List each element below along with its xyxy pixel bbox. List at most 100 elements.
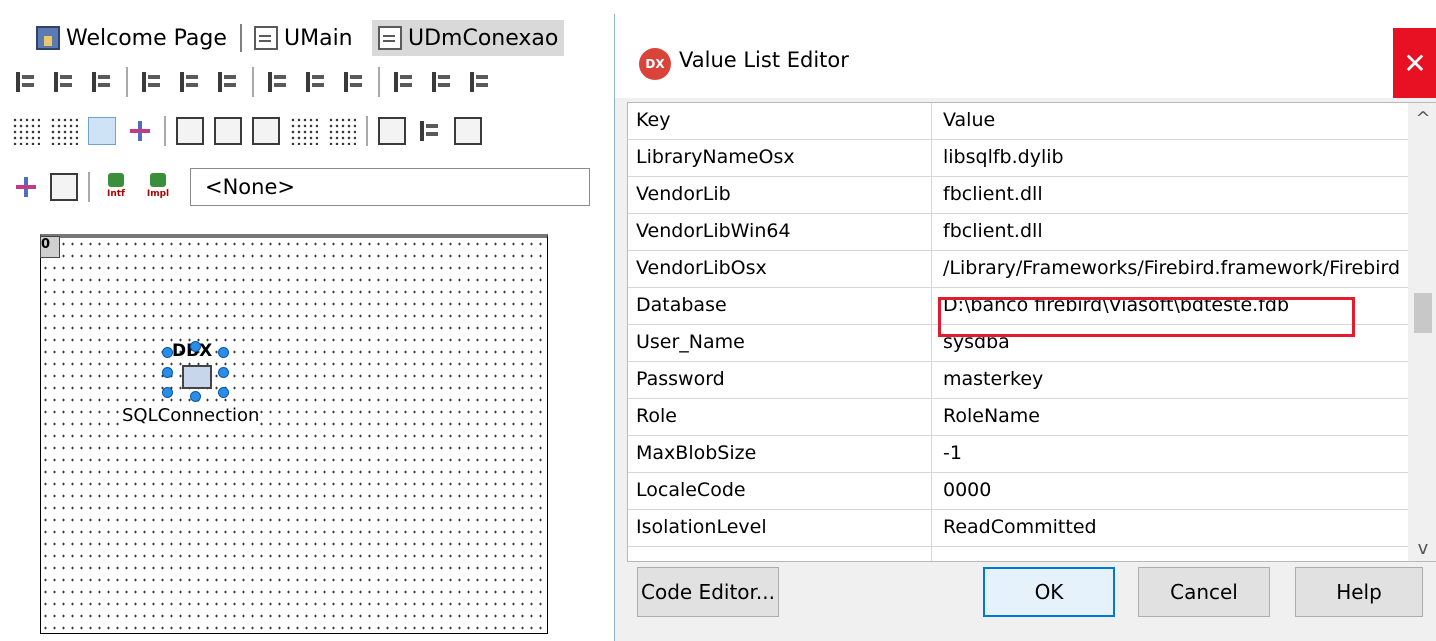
- scroll-down-arrow-icon[interactable]: v: [1408, 533, 1436, 561]
- devexpress-logo-icon: DX: [639, 48, 671, 80]
- table-row[interactable]: LocaleCode 0000: [628, 473, 1408, 510]
- row-key[interactable]: LibraryNameOsx: [636, 146, 926, 168]
- toolbar-divider: [164, 116, 166, 146]
- table-row[interactable]: VendorLibWin64 fbclient.dll: [628, 214, 1408, 251]
- row-key[interactable]: IsolationLevel: [636, 516, 926, 538]
- editor-tab-strip: Welcome Page UMain UDmConexao: [0, 0, 600, 58]
- row-value[interactable]: ReadCommitted: [943, 516, 1413, 538]
- selection-handle[interactable]: [218, 367, 229, 378]
- close-button[interactable]: ✕: [1393, 28, 1436, 98]
- align-center-icon[interactable]: [50, 68, 78, 96]
- row-value[interactable]: -1: [943, 442, 1413, 464]
- toolbar-divider: [252, 67, 254, 97]
- selection-handle[interactable]: [190, 341, 201, 352]
- toolbar-divider: [366, 116, 368, 146]
- database-highlight-box: [938, 297, 1355, 337]
- align-to-grid-icon[interactable]: [88, 117, 116, 145]
- space-decrease-vertical-icon[interactable]: [466, 68, 494, 96]
- help-button[interactable]: Help: [1295, 567, 1423, 617]
- row-key[interactable]: LocaleCode: [636, 479, 926, 501]
- grid-toggle-icon[interactable]: [126, 117, 154, 145]
- class-toolbar: Intf Impl <None>: [0, 167, 600, 207]
- data-module-designer[interactable]: [40, 234, 548, 634]
- implementation-button[interactable]: Impl: [142, 171, 174, 203]
- row-key[interactable]: MaxBlobSize: [636, 442, 926, 464]
- row-key[interactable]: VendorLibWin64: [636, 220, 926, 242]
- table-row[interactable]: IsolationLevel ReadCommitted: [628, 510, 1408, 547]
- scrollbar-thumb[interactable]: [1414, 293, 1432, 333]
- table-row[interactable]: Role RoleName: [628, 399, 1408, 436]
- row-key[interactable]: Database: [636, 294, 926, 316]
- tab-udmconexao[interactable]: UDmConexao: [372, 20, 565, 56]
- table-row[interactable]: VendorLib fbclient.dll: [628, 177, 1408, 214]
- row-key[interactable]: VendorLibOsx: [636, 257, 926, 279]
- send-to-back-icon[interactable]: [214, 117, 242, 145]
- value-list-grid[interactable]: Key Value LibraryNameOsx libsqlfb.dylib …: [627, 102, 1436, 562]
- center-vertically-icon[interactable]: [50, 117, 78, 145]
- row-value[interactable]: fbclient.dll: [943, 183, 1413, 205]
- selection-handle[interactable]: [162, 347, 173, 358]
- column-header-value[interactable]: Value: [943, 109, 1413, 131]
- cancel-button[interactable]: Cancel: [1138, 567, 1270, 617]
- toolbar-divider: [126, 67, 128, 97]
- space-increase-horizontal-icon[interactable]: [302, 68, 330, 96]
- tab-label: UDmConexao: [408, 25, 559, 51]
- row-key[interactable]: Role: [636, 405, 926, 427]
- sqlconnection-component[interactable]: DBX: [160, 341, 230, 402]
- table-row[interactable]: Password masterkey: [628, 362, 1408, 399]
- row-value[interactable]: fbclient.dll: [943, 220, 1413, 242]
- tab-label: UMain: [284, 25, 353, 51]
- table-row[interactable]: MaxBlobSize -1: [628, 436, 1408, 473]
- window-icon[interactable]: [50, 173, 78, 201]
- row-value[interactable]: masterkey: [943, 368, 1413, 390]
- tab-order-icon[interactable]: [252, 117, 280, 145]
- selection-handle[interactable]: [162, 367, 173, 378]
- space-equally-horizontal-icon[interactable]: [264, 68, 292, 96]
- row-value[interactable]: RoleName: [943, 405, 1413, 427]
- space-equally-vertical-icon[interactable]: [390, 68, 418, 96]
- bring-to-front-icon[interactable]: [176, 117, 204, 145]
- flag-icon[interactable]: [12, 173, 40, 201]
- space-decrease-horizontal-icon[interactable]: [340, 68, 368, 96]
- pencil-icon[interactable]: [416, 117, 444, 145]
- tab-umain[interactable]: UMain: [248, 20, 359, 56]
- tab-welcome-page[interactable]: Welcome Page: [30, 20, 233, 56]
- row-key[interactable]: Password: [636, 368, 926, 390]
- column-header-key[interactable]: Key: [636, 109, 926, 131]
- row-value[interactable]: 0000: [943, 479, 1413, 501]
- creation-order-icon[interactable]: [290, 117, 318, 145]
- selection-handle[interactable]: [218, 387, 229, 398]
- space-increase-vertical-icon[interactable]: [428, 68, 456, 96]
- table-row[interactable]: VendorLibOsx /Library/Frameworks/Firebir…: [628, 251, 1408, 288]
- class-selector-combo[interactable]: <None>: [190, 168, 590, 206]
- interface-button[interactable]: Intf: [100, 171, 132, 203]
- dialog-title-bar[interactable]: DX Value List Editor ✕: [615, 14, 1436, 98]
- center-horizontally-icon[interactable]: [12, 117, 40, 145]
- code-editor-button[interactable]: Code Editor...: [637, 567, 779, 617]
- row-key[interactable]: VendorLib: [636, 183, 926, 205]
- ok-button[interactable]: OK: [983, 567, 1115, 617]
- vertical-scrollbar[interactable]: ^ v: [1408, 103, 1436, 561]
- align-bottom-icon[interactable]: [176, 68, 204, 96]
- tab-divider: [240, 24, 242, 52]
- row-key[interactable]: User_Name: [636, 331, 926, 353]
- selection-handle[interactable]: [162, 387, 173, 398]
- selection-handle[interactable]: [190, 391, 201, 402]
- properties-icon[interactable]: [454, 117, 482, 145]
- tab-label: Welcome Page: [66, 25, 227, 51]
- row-value[interactable]: /Library/Frameworks/Firebird.framework/F…: [943, 257, 1413, 279]
- align-middle-icon[interactable]: [214, 68, 242, 96]
- computer-icon: [182, 365, 212, 389]
- row-value[interactable]: libsqlfb.dylib: [943, 146, 1413, 168]
- scroll-up-arrow-icon[interactable]: ^: [1408, 103, 1436, 133]
- selection-handle[interactable]: [218, 347, 229, 358]
- select-all-icon[interactable]: [378, 117, 406, 145]
- layout-toolbar: [0, 111, 600, 151]
- align-right-icon[interactable]: [88, 68, 116, 96]
- align-left-icon[interactable]: [12, 68, 40, 96]
- lock-controls-icon[interactable]: [328, 117, 356, 145]
- table-row[interactable]: LibraryNameOsx libsqlfb.dylib: [628, 140, 1408, 177]
- dialog-title: Value List Editor: [679, 48, 849, 72]
- toolbar-divider: [88, 172, 90, 202]
- align-top-icon[interactable]: [138, 68, 166, 96]
